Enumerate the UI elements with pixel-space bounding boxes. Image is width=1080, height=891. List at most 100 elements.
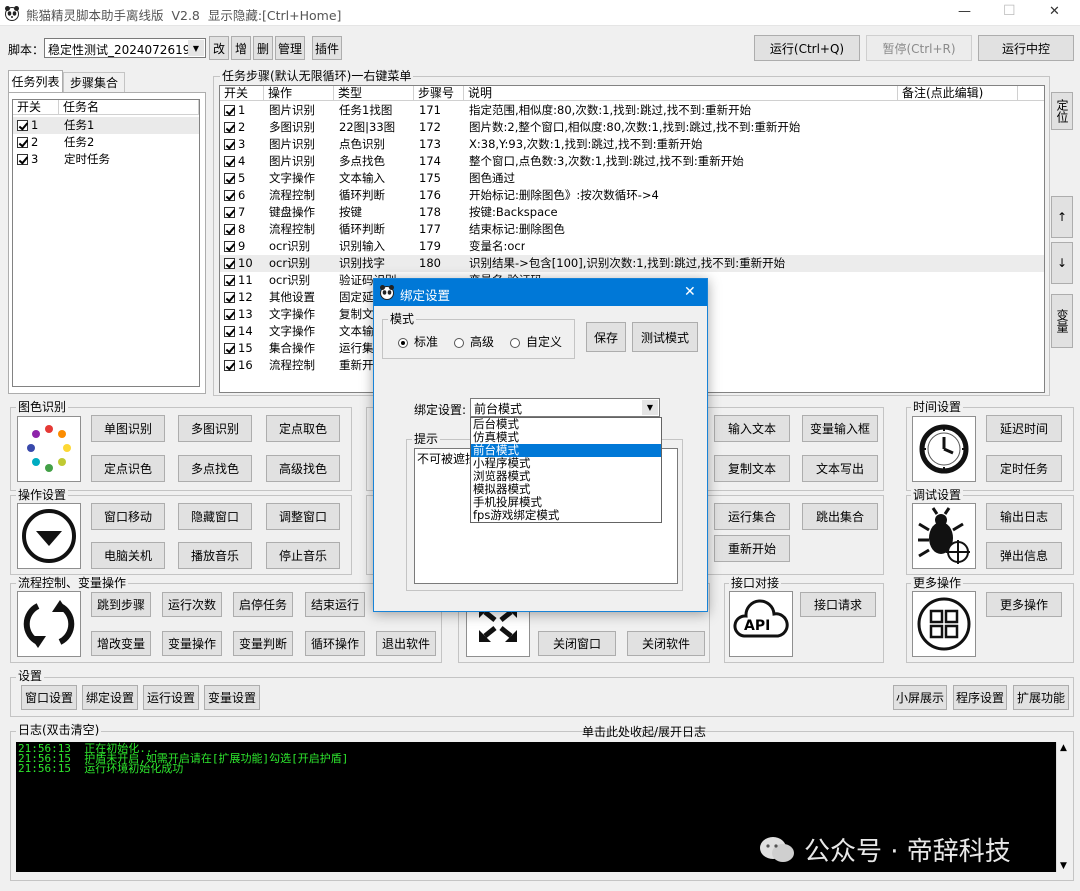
checkbox[interactable] (224, 275, 235, 286)
checkbox[interactable] (224, 309, 235, 320)
run-settings-button[interactable]: 运行设置 (143, 685, 199, 710)
run-set-button[interactable]: 运行集合 (714, 503, 790, 530)
table-row[interactable]: 8 流程控制 循环判断 177 结束标记:删除图色 (220, 221, 1044, 238)
interface-request-button[interactable]: 接口请求 (800, 592, 876, 617)
bind-option[interactable]: fps游戏绑定模式 (471, 509, 661, 522)
checkbox[interactable] (224, 258, 235, 269)
steps-header-type[interactable]: 类型 (334, 86, 414, 101)
checkbox[interactable] (224, 343, 235, 354)
single-image-recognition-button[interactable]: 单图识别 (91, 415, 165, 442)
checkbox[interactable] (224, 122, 235, 133)
table-row[interactable]: 6 流程控制 循环判断 176 开始标记:删除图色》:按次数循环->4 (220, 187, 1044, 204)
adjust-window-button[interactable]: 调整窗口 (266, 503, 340, 530)
run-center-button[interactable]: 运行中控 (978, 35, 1074, 61)
mode-radio-advanced[interactable]: 高级 (454, 333, 494, 350)
write-text-button[interactable]: 文本写出 (802, 455, 878, 482)
extension-button[interactable]: 扩展功能 (1013, 685, 1069, 710)
multi-point-color-button[interactable]: 多点找色 (178, 455, 252, 482)
advanced-color-button[interactable]: 高级找色 (266, 455, 340, 482)
steps-header-desc[interactable]: 说明 (464, 86, 898, 101)
checkbox[interactable] (224, 207, 235, 218)
manage-button[interactable]: 管理 (275, 36, 305, 60)
delete-script-button[interactable]: 删 (253, 36, 273, 60)
checkbox[interactable] (224, 360, 235, 371)
program-settings-button[interactable]: 程序设置 (953, 685, 1007, 710)
bind-mode-select[interactable]: 前台模式 ▼ (470, 398, 660, 417)
multi-image-recognition-button[interactable]: 多图识别 (178, 415, 252, 442)
checkbox[interactable] (224, 105, 235, 116)
pause-button[interactable]: 暂停(Ctrl+R) (866, 35, 972, 61)
table-row[interactable]: 9 ocr识别 识别输入 179 变量名:ocr (220, 238, 1044, 255)
close-icon[interactable]: ✕ (1049, 4, 1060, 19)
checkbox[interactable] (224, 292, 235, 303)
move-up-button[interactable]: ↑ (1051, 196, 1073, 238)
checkbox[interactable] (224, 326, 235, 337)
checkbox[interactable] (224, 139, 235, 150)
table-row[interactable]: 4 图片识别 多点找色 174 整个窗口,点色数:3,次数:1,找到:跳过,找不到:重新… (220, 153, 1044, 170)
bind-settings-button[interactable]: 绑定设置 (82, 685, 138, 710)
variable-input-box-button[interactable]: 变量输入框 (802, 415, 878, 442)
variable-operation-button[interactable]: 变量操作 (162, 631, 222, 656)
toggle-task-button[interactable]: 启停任务 (233, 592, 293, 617)
list-item[interactable]: 2 任务2 (13, 134, 199, 151)
list-item[interactable]: 3 定时任务 (13, 151, 199, 168)
tab-task-list[interactable]: 任务列表 (8, 70, 63, 92)
run-count-button[interactable]: 运行次数 (162, 592, 222, 617)
close-software-button[interactable]: 关闭软件 (627, 631, 705, 656)
tab-step-set[interactable]: 步骤集合 (63, 72, 125, 92)
mode-radio-custom[interactable]: 自定义 (510, 333, 562, 350)
variable-judge-button[interactable]: 变量判断 (233, 631, 293, 656)
checkbox[interactable] (224, 224, 235, 235)
steps-header-op[interactable]: 操作 (264, 86, 334, 101)
restart-button[interactable]: 重新开始 (714, 535, 790, 562)
mode-radio-standard[interactable]: 标准 (398, 333, 438, 350)
table-row[interactable]: 10 ocr识别 识别找字 180 识别结果->包含[100],识别次数:1,找到:跳过… (220, 255, 1044, 272)
scheduled-task-button[interactable]: 定时任务 (986, 455, 1062, 482)
checkbox[interactable] (224, 190, 235, 201)
table-row[interactable]: 2 多图识别 22图|33图 172 图片数:2,整个窗口,相似度:80,次数:1,找到… (220, 119, 1044, 136)
locate-button[interactable]: 定位 (1051, 92, 1073, 130)
loop-operation-button[interactable]: 循环操作 (305, 631, 365, 656)
checkbox[interactable] (17, 154, 28, 165)
list-item[interactable]: 1 任务1 (13, 117, 199, 134)
add-script-button[interactable]: 增 (231, 36, 251, 60)
delay-time-button[interactable]: 延迟时间 (986, 415, 1062, 442)
window-settings-button[interactable]: 窗口设置 (21, 685, 77, 710)
play-music-button[interactable]: 播放音乐 (178, 542, 252, 569)
run-button[interactable]: 运行(Ctrl+Q) (754, 35, 860, 61)
scroll-down-icon[interactable]: ▼ (1060, 861, 1067, 871)
hide-window-button[interactable]: 隐藏窗口 (178, 503, 252, 530)
variable-settings-button[interactable]: 变量设置 (204, 685, 260, 710)
point-color-pick-button[interactable]: 定点取色 (266, 415, 340, 442)
script-select[interactable]: 稳定性测试_2024072619191 ▼ (44, 38, 206, 58)
exit-software-button[interactable]: 退出软件 (376, 631, 436, 656)
table-row[interactable]: 5 文字操作 文本输入 175 图色通过 (220, 170, 1044, 187)
table-row[interactable]: 7 键盘操作 按键 178 按键:Backspace (220, 204, 1044, 221)
shutdown-button[interactable]: 电脑关机 (91, 542, 165, 569)
plugin-button[interactable]: 插件 (312, 36, 342, 60)
popup-info-button[interactable]: 弹出信息 (986, 542, 1062, 569)
input-text-button[interactable]: 输入文本 (714, 415, 790, 442)
copy-text-button[interactable]: 复制文本 (714, 455, 790, 482)
steps-header-note[interactable]: 备注(点此编辑) (898, 86, 1018, 101)
steps-header-switch[interactable]: 开关 (220, 86, 264, 101)
log-toggle[interactable]: 单击此处收起/展开日志 (216, 724, 1072, 740)
small-screen-button[interactable]: 小屏展示 (893, 685, 947, 710)
modify-variable-button[interactable]: 增改变量 (91, 631, 151, 656)
stop-music-button[interactable]: 停止音乐 (266, 542, 340, 569)
more-operations-button[interactable]: 更多操作 (986, 592, 1062, 617)
scroll-up-icon[interactable]: ▲ (1060, 743, 1067, 753)
steps-header-no[interactable]: 步骤号 (414, 86, 464, 101)
end-run-button[interactable]: 结束运行 (305, 592, 365, 617)
table-row[interactable]: 3 图片识别 点色识别 173 X:38,Y:93,次数:1,找到:跳过,找不到:重新开… (220, 136, 1044, 153)
save-button[interactable]: 保存 (586, 322, 626, 352)
checkbox[interactable] (224, 173, 235, 184)
close-window-button[interactable]: 关闭窗口 (538, 631, 616, 656)
jump-to-step-button[interactable]: 跳到步骤 (91, 592, 151, 617)
exit-set-button[interactable]: 跳出集合 (802, 503, 878, 530)
task-header-switch[interactable]: 开关 (13, 100, 59, 115)
log-scrollbar[interactable]: ▲ ▼ (1056, 742, 1072, 872)
edit-script-button[interactable]: 改 (209, 36, 229, 60)
checkbox[interactable] (17, 120, 28, 131)
maximize-icon[interactable]: ☐ (1003, 3, 1016, 19)
